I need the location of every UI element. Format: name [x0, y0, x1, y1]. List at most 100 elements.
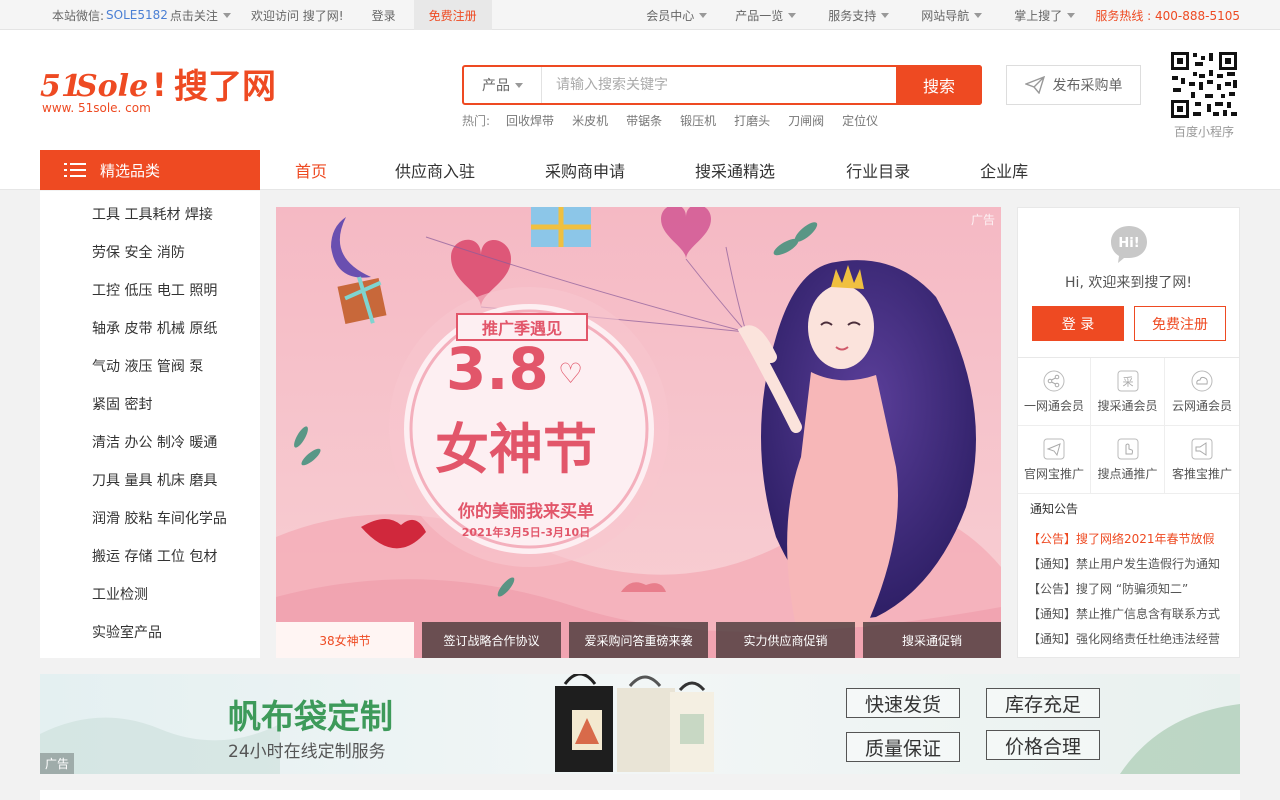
- hot-word-link[interactable]: 锻压机: [680, 112, 716, 129]
- category-item[interactable]: 润滑 胶粘 车间化学品: [40, 495, 260, 533]
- category-item[interactable]: 轴承 皮带 机械 原纸: [40, 305, 260, 343]
- canvas-bag-ad[interactable]: 帆布袋定制 24小时在线定制服务 快速发货 库存充足 质量保证 价格合理 广告: [40, 674, 1240, 774]
- qr-caption: 百度小程序: [1173, 125, 1234, 139]
- promo-banner[interactable]: 广告 推广季遇见 3.8 ♡ 女神节 你的美丽我来买单 2021年3月5日-3月…: [276, 207, 1001, 658]
- banner-thumb[interactable]: 搜采通促销: [863, 622, 1001, 658]
- top-login-link[interactable]: 登录: [354, 0, 414, 30]
- notice-item[interactable]: 【通知】强化网络责任杜绝违法经营: [1028, 630, 1236, 655]
- paper-plane-icon: [1024, 76, 1045, 94]
- menu-member-center[interactable]: 会员中心: [634, 0, 719, 30]
- service-item[interactable]: 云网通会员: [1165, 358, 1239, 426]
- notice-item[interactable]: 【公告】搜了网络2021年春节放假: [1028, 530, 1236, 555]
- category-header[interactable]: 精选品类: [40, 150, 260, 190]
- hot-words: 热门: 回收焊带 米皮机 带锯条 锻压机 打磨头 刀闸阀 定位仪: [462, 112, 896, 129]
- top-bar: 本站微信: SOLE5182 点击关注 欢迎访问 搜了网! 登录 免费注册 会员…: [0, 0, 1280, 30]
- category-item[interactable]: 搬运 存储 工位 包材: [40, 533, 260, 571]
- nav-soucaitong[interactable]: 搜采通精选: [695, 158, 775, 182]
- hot-word-link[interactable]: 打磨头: [734, 112, 770, 129]
- banner-thumb[interactable]: 实力供应商促销: [716, 622, 855, 658]
- hi-chat-icon: Hi!: [1110, 224, 1148, 264]
- nav-buyer-apply[interactable]: 采购商申请: [545, 158, 625, 182]
- category-item[interactable]: 工业检测: [40, 571, 260, 609]
- hi-badge-text: Hi!: [1118, 236, 1139, 251]
- category-item[interactable]: 刀具 量具 机床 磨具: [40, 457, 260, 495]
- sidebar-welcome: Hi, 欢迎来到搜了网!: [1065, 275, 1192, 291]
- category-header-label: 精选品类: [100, 161, 161, 180]
- publish-purchase-button[interactable]: 发布采购单: [1006, 65, 1141, 105]
- wechat-info[interactable]: 本站微信: SOLE5182 点击关注: [40, 0, 241, 30]
- hot-word-link[interactable]: 回收焊带: [506, 112, 554, 129]
- category-list: 工具 工具耗材 焊接 劳保 安全 消防 工控 低压 电工 照明 轴承 皮带 机械…: [40, 191, 260, 658]
- follow-link[interactable]: 点击关注: [170, 7, 218, 24]
- menu-label: 服务支持: [828, 8, 877, 23]
- sidebar-register-button[interactable]: 免费注册: [1134, 306, 1226, 341]
- notice-title: 通知公告: [1030, 502, 1079, 516]
- sidebar-login-button[interactable]: 登 录: [1032, 306, 1124, 341]
- top-register-link[interactable]: 免费注册: [413, 0, 492, 30]
- menu-label: 会员中心: [646, 8, 695, 23]
- category-item[interactable]: 紧固 密封: [40, 381, 260, 419]
- service-label: 官网宝推广: [1023, 466, 1084, 481]
- menu-label: 产品一览: [735, 8, 784, 23]
- notice-tag: 【公告】: [1028, 532, 1077, 546]
- service-label: 搜点通推广: [1097, 466, 1158, 481]
- search-category-label: 产品: [482, 78, 510, 94]
- nav-company-library[interactable]: 企业库: [980, 158, 1028, 182]
- nav-home[interactable]: 首页: [295, 158, 327, 182]
- banner-thumbnails: 38女神节 签订战略合作协议 爱采购问答重磅来袭 实力供应商促销 搜采通促销: [276, 622, 1001, 658]
- svg-text:www. 51sole. com: www. 51sole. com: [42, 101, 151, 115]
- site-logo[interactable]: 51 Sole ! 搜了网 www. 51sole. com: [40, 64, 300, 116]
- menu-product-list[interactable]: 产品一览: [719, 0, 812, 30]
- category-item[interactable]: 清洁 办公 制冷 暖通: [40, 419, 260, 457]
- notice-item[interactable]: 【通知】禁止推广信息含有联系方式: [1028, 605, 1236, 630]
- hot-word-link[interactable]: 定位仪: [842, 112, 878, 129]
- nav-supplier-join[interactable]: 供应商入驻: [395, 158, 475, 182]
- menu-site-nav[interactable]: 网站导航: [905, 0, 998, 30]
- notice-text: 禁止用户发生造假行为通知: [1076, 557, 1221, 571]
- category-item[interactable]: 工具 工具耗材 焊接: [40, 191, 260, 229]
- menu-mobile[interactable]: 掌上搜了: [998, 0, 1091, 30]
- chevron-down-icon: [881, 12, 890, 18]
- user-sidebar: Hi! Hi, 欢迎来到搜了网! 登 录 免费注册 一网通会员 采 搜采通会员 …: [1017, 207, 1240, 658]
- notice-text: 搜了网络2021年春节放假: [1076, 532, 1215, 546]
- service-item[interactable]: 一网通会员: [1018, 358, 1091, 426]
- hot-word-link[interactable]: 带锯条: [626, 112, 662, 129]
- notice-item[interactable]: 【公告】搜了网 “防骗须知二”: [1028, 580, 1236, 605]
- search-input[interactable]: [542, 67, 896, 103]
- purchase-icon: 采: [1117, 370, 1138, 391]
- search-button[interactable]: 搜索: [896, 65, 982, 105]
- search-category-select[interactable]: 产品: [464, 67, 542, 103]
- chevron-down-icon: [788, 12, 797, 18]
- menu-service-support[interactable]: 服务支持: [812, 0, 905, 30]
- service-label: 云网通会员: [1171, 398, 1232, 413]
- banner-thumb[interactable]: 38女神节: [276, 622, 414, 658]
- svg-text:!: !: [152, 66, 167, 104]
- service-label: 客推宝推广: [1171, 466, 1232, 481]
- banner-subline: 你的美丽我来买单: [458, 502, 594, 522]
- hot-word-link[interactable]: 刀闸阀: [788, 112, 824, 129]
- send-icon: [1043, 438, 1065, 459]
- notice-item[interactable]: 【通知】禁止用户发生造假行为通知: [1028, 555, 1236, 580]
- menu-label: 掌上搜了: [1014, 8, 1063, 23]
- chevron-down-icon: [974, 12, 983, 18]
- publish-label: 发布采购单: [1052, 78, 1123, 94]
- category-item[interactable]: 气动 液压 管阀 泵: [40, 343, 260, 381]
- ad-tag: 广告: [970, 213, 995, 227]
- category-item[interactable]: 实验室产品: [40, 609, 260, 647]
- service-item[interactable]: 搜点通推广: [1091, 426, 1165, 494]
- wechat-label: 本站微信:: [52, 8, 105, 23]
- banner-date: 2021年3月5日-3月10日: [461, 526, 591, 539]
- hot-word-link[interactable]: 米皮机: [572, 112, 608, 129]
- chevron-down-icon: [515, 82, 523, 88]
- notice-tag: 【通知】: [1028, 607, 1077, 621]
- category-item[interactable]: 劳保 安全 消防: [40, 229, 260, 267]
- service-item[interactable]: 采 搜采通会员: [1091, 358, 1165, 426]
- category-item[interactable]: 工控 低压 电工 照明: [40, 267, 260, 305]
- service-item[interactable]: 客推宝推广: [1165, 426, 1239, 494]
- banner-thumb[interactable]: 爱采购问答重磅来袭: [569, 622, 708, 658]
- nav-industry-directory[interactable]: 行业目录: [846, 158, 910, 182]
- banner-thumb[interactable]: 签订战略合作协议: [422, 622, 561, 658]
- svg-text:Sole: Sole: [76, 69, 148, 104]
- service-item[interactable]: 官网宝推广: [1018, 426, 1091, 494]
- heart-icon: ♡: [558, 357, 584, 390]
